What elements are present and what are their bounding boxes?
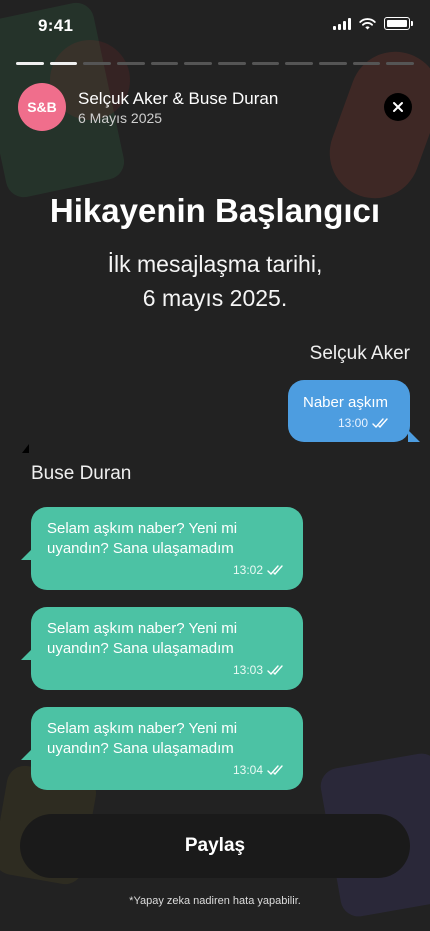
incoming-message-bubble: Selam aşkım naber? Yeni mi uyandın? Sana… (21, 507, 303, 590)
progress-segment (49, 62, 78, 65)
share-button[interactable]: Paylaş (20, 814, 410, 878)
bubble-tail (408, 430, 420, 442)
message-time: 13:03 (232, 663, 263, 677)
sender-name-right: Selçuk Aker (309, 343, 410, 364)
bubble-tail (21, 548, 33, 560)
status-time: 9:41 (38, 16, 74, 35)
ai-disclaimer: *Yapay zeka nadiren hata yapabilir. (129, 895, 301, 907)
progress-segment (285, 62, 314, 65)
message-text: Selam aşkım naber? Yeni mi uyandın? Sana… (47, 620, 238, 657)
sender-name-left: Buse Duran (31, 463, 132, 484)
story-date: 6 Mayıs 2025 (78, 110, 163, 126)
double-check-icon (267, 564, 283, 575)
wifi-icon (359, 17, 376, 29)
progress-segment (16, 62, 44, 65)
progress-segment (83, 62, 112, 65)
message-text: Selam aşkım naber? Yeni mi uyandın? Sana… (47, 520, 238, 557)
progress-segment (218, 62, 246, 65)
progress-segment (184, 62, 213, 65)
close-icon (393, 102, 403, 112)
message-text: Selam aşkım naber? Yeni mi uyandın? Sana… (47, 720, 238, 757)
status-icons (333, 17, 413, 30)
double-check-icon (267, 764, 283, 775)
progress-segment (117, 62, 145, 65)
status-bar: 9:41 (0, 0, 430, 50)
progress-segment (319, 62, 347, 65)
battery-icon (384, 17, 413, 30)
message-time: 13:02 (232, 563, 263, 577)
story-subtitle: İlk mesajlaşma tarihi, 6 mayıs 2025. (0, 247, 430, 315)
progress-segment (150, 62, 179, 65)
double-check-icon (372, 417, 388, 428)
story-progress-bar (16, 62, 415, 65)
message-time: 13:04 (232, 763, 263, 777)
message-meta: 13:04 (233, 763, 287, 777)
incoming-message-bubble: Selam aşkım naber? Yeni mi uyandın? Sana… (21, 707, 303, 790)
bubble-tail (21, 648, 33, 660)
story-screen: 9:41 S&B Selçuk Aker & Buse Duran 6 Mayı… (0, 0, 430, 931)
bubble-tail (21, 748, 33, 760)
progress-segment (352, 62, 381, 65)
story-header: S&B Selçuk Aker & Buse Duran 6 Mayıs 202… (18, 83, 412, 133)
signal-icon (333, 17, 351, 30)
subtitle-line: İlk mesajlaşma tarihi, (107, 251, 323, 277)
avatar: S&B (18, 83, 66, 131)
participant-names: Selçuk Aker & Buse Duran (78, 89, 279, 108)
decorative-mark (22, 444, 29, 453)
double-check-icon (267, 664, 283, 675)
message-meta: 13:02 (233, 563, 287, 577)
subtitle-line: 6 mayıs 2025. (142, 285, 288, 311)
progress-segment (251, 62, 280, 65)
message-meta: 13:03 (233, 663, 287, 677)
message-meta: 13:00 (338, 416, 392, 430)
message-text: Naber aşkım (303, 394, 389, 411)
message-time: 13:00 (337, 416, 368, 430)
close-button[interactable] (384, 93, 412, 121)
progress-segment (386, 62, 415, 65)
outgoing-message-bubble: Naber aşkım 13:00 (288, 380, 420, 442)
incoming-message-bubble: Selam aşkım naber? Yeni mi uyandın? Sana… (21, 607, 303, 690)
story-title: Hikayenin Başlangıcı (49, 192, 381, 229)
